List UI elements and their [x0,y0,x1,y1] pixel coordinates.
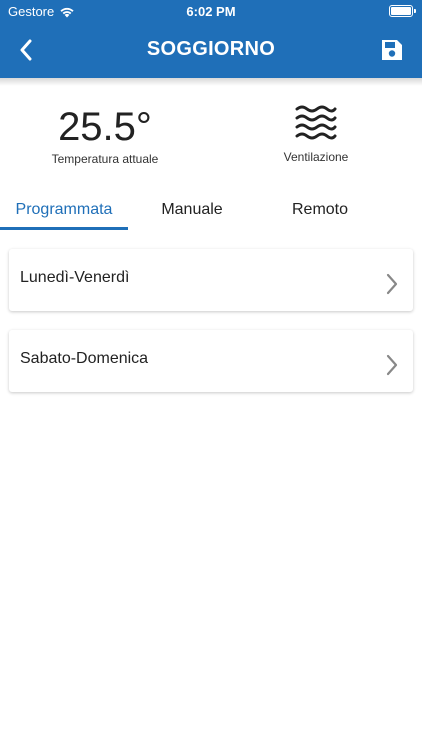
tab-remoto[interactable]: Remoto [256,196,384,230]
schedule-label: Sabato-Domenica [20,350,149,367]
header-shadow [0,78,422,86]
ventilation-label: Ventilazione [283,150,349,164]
save-icon[interactable] [380,38,404,62]
navigation-bar: SOGGIORNO [0,28,422,72]
tab-programmata[interactable]: Programmata [0,196,128,230]
tab-label: Remoto [291,201,349,218]
status-bar: Gestore 6:02 PM [0,0,422,24]
battery-icon [389,5,416,17]
chevron-right-icon [386,273,398,295]
header-bar: Gestore 6:02 PM SOGGIORNO [0,0,422,78]
schedule-label: Lunedì-Venerdì [20,269,130,286]
ventilation-control[interactable]: Ventilazione [266,104,366,164]
tab-label: Manuale [161,201,223,218]
active-tab-indicator [0,227,128,230]
temperature-value: 25.5° [58,105,152,149]
mode-tabs: Programmata Manuale Remoto [0,196,422,230]
tab-manuale[interactable]: Manuale [128,196,256,230]
waves-icon [295,105,337,140]
status-time: 6:02 PM [186,4,236,19]
temperature-label: Temperatura attuale [51,152,159,166]
schedule-item-weekdays[interactable]: Lunedì-Venerdì [9,249,413,311]
page-title: SOGGIORNO [146,38,276,60]
chevron-right-icon [386,354,398,376]
current-temperature: 25.5° Temperatura attuale [40,104,170,166]
schedule-item-weekend[interactable]: Sabato-Domenica [9,330,413,392]
tab-label: Programmata [15,201,113,218]
